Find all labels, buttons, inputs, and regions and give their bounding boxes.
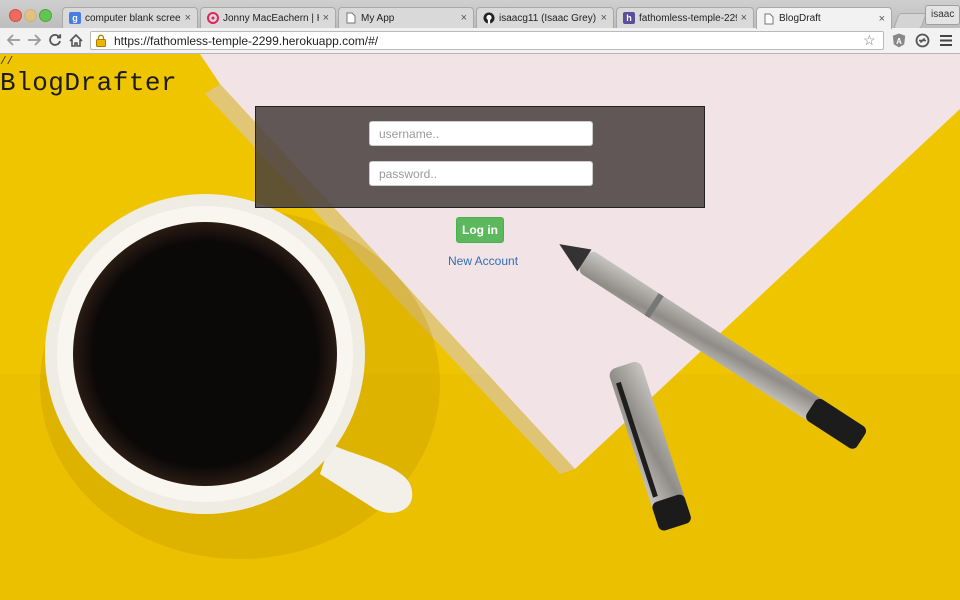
tab-close-icon[interactable]: ×	[879, 13, 885, 25]
tab-title: computer blank screen -	[85, 12, 181, 24]
tab-title: My App	[361, 12, 395, 24]
tab-strip: g computer blank screen - × Jonny MacEac…	[0, 0, 960, 29]
page-icon	[763, 13, 775, 25]
profile-button[interactable]: isaac	[925, 5, 960, 25]
tab-close-icon[interactable]: ×	[185, 12, 191, 24]
forward-arrow-icon[interactable]	[25, 31, 43, 49]
tab-title: isaacg11 (Isaac Grey)	[499, 12, 597, 24]
tab-title: Jonny MacEachern | Hall	[223, 12, 319, 24]
tab-google-search[interactable]: g computer blank screen - ×	[62, 7, 198, 28]
page-viewport: // BlogDrafter Log in New Account	[0, 54, 960, 600]
tab-title: BlogDraft	[779, 13, 821, 24]
tab-heroku-app[interactable]: h fathomless-temple-2299 ×	[616, 7, 754, 28]
tab-close-icon[interactable]: ×	[741, 12, 747, 24]
tab-my-app[interactable]: My App ×	[338, 7, 474, 28]
window-minimize-button[interactable]	[24, 9, 37, 22]
tab-close-icon[interactable]: ×	[323, 12, 329, 24]
bookmark-star-icon[interactable]: ☆	[863, 32, 879, 49]
reload-icon[interactable]	[46, 31, 64, 49]
back-arrow-icon[interactable]	[5, 31, 23, 49]
tab-title: fathomless-temple-2299	[639, 12, 737, 24]
password-input[interactable]	[369, 161, 593, 186]
brand-slashes: //	[0, 56, 14, 68]
home-icon[interactable]	[67, 31, 85, 49]
tab-blogdraft[interactable]: BlogDraft ×	[756, 7, 892, 29]
sync-extension-icon[interactable]	[914, 32, 930, 48]
address-bar[interactable]: https://fathomless-temple-2299.herokuapp…	[90, 31, 884, 50]
browser-toolbar: https://fathomless-temple-2299.herokuapp…	[0, 28, 960, 54]
angular-extension-icon[interactable]: A	[891, 32, 907, 48]
login-panel	[255, 106, 705, 208]
tab-close-icon[interactable]: ×	[601, 12, 607, 24]
login-button[interactable]: Log in	[456, 217, 504, 243]
google-icon: g	[69, 12, 81, 24]
new-tab-button[interactable]	[893, 13, 927, 29]
menu-hamburger-icon[interactable]	[938, 32, 954, 48]
window-close-button[interactable]	[9, 9, 22, 22]
tab-github-profile[interactable]: isaacg11 (Isaac Grey) ×	[476, 7, 614, 28]
window-maximize-button[interactable]	[39, 9, 52, 22]
dribbble-icon	[207, 12, 219, 24]
tab-close-icon[interactable]: ×	[461, 12, 467, 24]
username-input[interactable]	[369, 121, 593, 146]
heroku-icon: h	[623, 12, 635, 24]
lock-icon	[95, 34, 111, 47]
brand-logo: BlogDrafter	[0, 68, 178, 98]
new-account-link[interactable]: New Account	[448, 254, 518, 268]
svg-text:A: A	[896, 36, 902, 45]
page-icon	[345, 12, 357, 24]
tab-jonny-maceachern[interactable]: Jonny MacEachern | Hall ×	[200, 7, 336, 28]
github-icon	[483, 12, 495, 24]
url-text[interactable]: https://fathomless-temple-2299.herokuapp…	[114, 34, 863, 48]
